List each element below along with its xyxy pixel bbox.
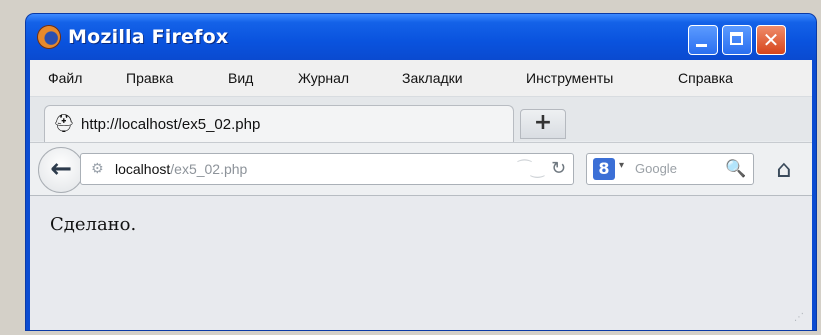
tab-active[interactable]: ⛑ http://localhost/ex5_02.php: [44, 105, 514, 143]
menu-help[interactable]: Справка: [678, 70, 733, 86]
url-bar[interactable]: ⚙ localhost/ex5_02.php ⁀‿ ↻: [80, 153, 574, 185]
minimize-icon: [696, 44, 707, 47]
search-bar[interactable]: 8 ▾ Google 🔍: [586, 153, 754, 185]
home-icon: ⌂: [776, 155, 792, 183]
engine-dropdown-icon[interactable]: ▾: [619, 160, 624, 171]
back-arrow-icon: ←: [50, 154, 72, 184]
navigation-toolbar: ← ⚙ localhost/ex5_02.php ⁀‿ ↻ 8 ▾ Google…: [30, 142, 812, 196]
page-content: Сделано. ⋰: [30, 196, 812, 330]
browser-client-area: Файл Правка Вид Журнал Закладки Инструме…: [30, 60, 812, 330]
menu-tools[interactable]: Инструменты: [526, 70, 613, 86]
browser-window: Mozilla Firefox ✕ Файл Правка Вид Журнал…: [26, 14, 816, 330]
firefox-logo-icon: [38, 26, 60, 48]
url-path: /ex5_02.php: [170, 161, 248, 177]
new-tab-button[interactable]: +: [520, 109, 566, 139]
close-icon: ✕: [762, 28, 780, 52]
url-text: localhost/ex5_02.php: [115, 161, 247, 177]
menu-history[interactable]: Журнал: [298, 70, 349, 86]
url-host: localhost: [115, 161, 171, 177]
menu-view[interactable]: Вид: [228, 70, 253, 86]
tab-title: http://localhost/ex5_02.php: [81, 116, 261, 133]
maximize-button[interactable]: [722, 25, 752, 55]
minimize-button[interactable]: [688, 25, 718, 55]
page-text: Сделано.: [50, 214, 137, 235]
title-bar[interactable]: Mozilla Firefox ✕: [26, 14, 816, 60]
bookmark-star-icon[interactable]: ⁀‿: [511, 158, 551, 180]
menu-bar: Файл Правка Вид Журнал Закладки Инструме…: [30, 60, 812, 97]
spy-icon: ⛑: [53, 114, 75, 134]
menu-bookmarks[interactable]: Закладки: [402, 70, 463, 86]
resize-grip-icon[interactable]: ⋰: [794, 312, 808, 326]
menu-file[interactable]: Файл: [48, 70, 82, 86]
maximize-icon: [730, 32, 743, 45]
search-magnifier-icon[interactable]: 🔍: [725, 158, 747, 180]
window-title: Mozilla Firefox: [68, 26, 229, 48]
site-identity-icon[interactable]: ⚙: [91, 161, 107, 177]
menu-edit[interactable]: Правка: [126, 70, 173, 86]
close-button[interactable]: ✕: [756, 25, 786, 55]
back-button[interactable]: ←: [38, 147, 84, 193]
reload-icon[interactable]: ↻: [551, 158, 571, 180]
search-placeholder: Google: [635, 161, 677, 176]
search-engine-icon[interactable]: 8: [593, 158, 615, 180]
home-button[interactable]: ⌂: [768, 153, 800, 185]
tab-strip: ⛑ http://localhost/ex5_02.php +: [30, 97, 812, 143]
